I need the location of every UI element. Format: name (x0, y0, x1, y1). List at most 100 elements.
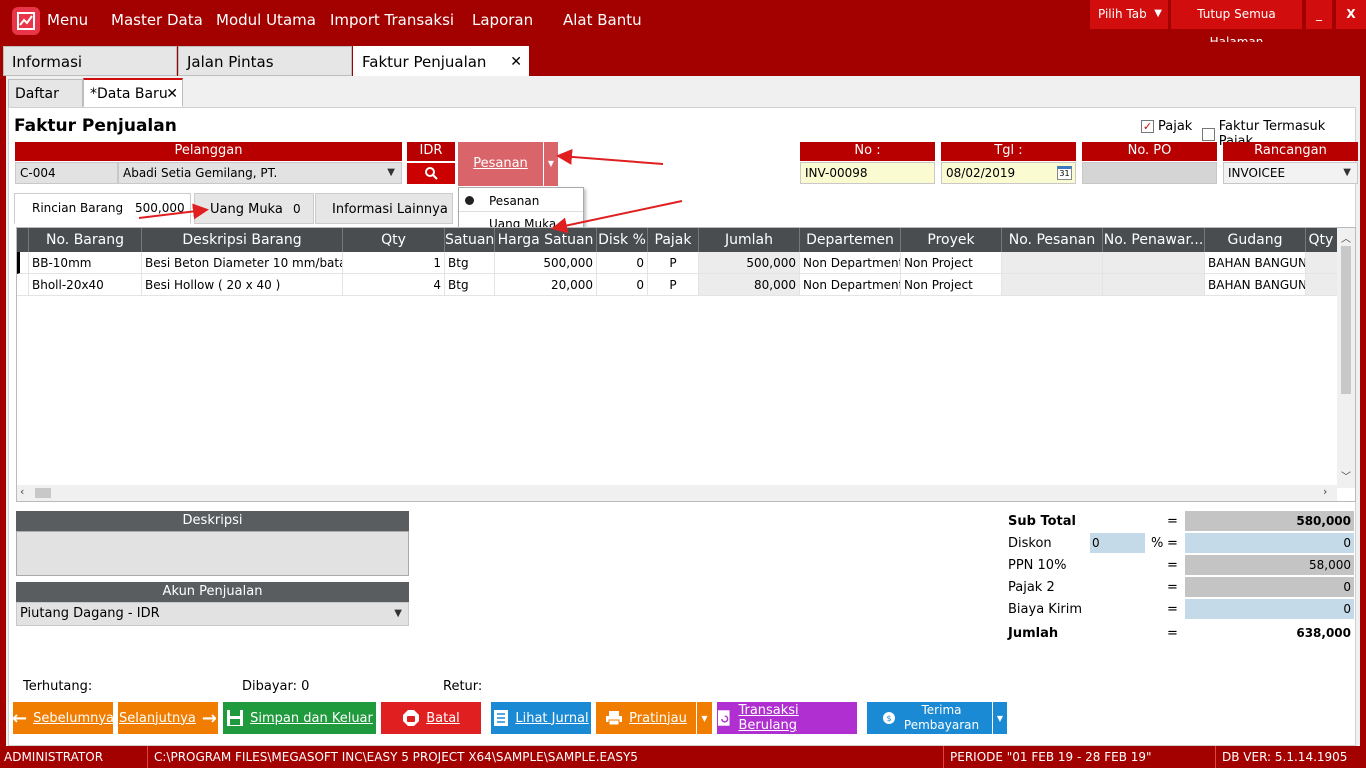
search-button[interactable] (407, 163, 455, 184)
tab-rincian-barang[interactable]: Rincian Barang 500,000 (14, 193, 191, 224)
table-cell[interactable]: BB-10mm (29, 252, 142, 274)
scroll-left-icon[interactable]: ‹ (20, 485, 24, 498)
table-cell[interactable]: 1 (343, 252, 445, 274)
calendar-icon[interactable]: 31 (1057, 166, 1072, 180)
pratinjau-dropdown-toggle[interactable]: ▼ (697, 702, 712, 734)
table-cell[interactable]: Non Department (800, 252, 901, 274)
menu-laporan[interactable]: Laporan (472, 11, 533, 29)
grid-column-header[interactable]: Departemen (800, 228, 901, 252)
grid-column-header[interactable]: Harga Satuan (495, 228, 597, 252)
simpan-dan-keluar-button[interactable]: Simpan dan Keluar (223, 702, 376, 734)
table-cell[interactable]: BAHAN BANGUNAN (1205, 274, 1306, 296)
table-cell[interactable]: Non Project (901, 252, 1002, 274)
terima-dropdown-toggle[interactable]: ▼ (993, 702, 1007, 734)
table-cell[interactable]: Non Project (901, 274, 1002, 296)
subtab-daftar[interactable]: Daftar (8, 79, 83, 108)
status-path: C:\PROGRAM FILES\MEGASOFT INC\EASY 5 PRO… (150, 746, 944, 768)
selanjutnya-button[interactable]: Selanjutnya → (118, 702, 218, 734)
transaksi-berulang-button[interactable]: Transaksi Berulang (717, 702, 857, 734)
grid-column-header[interactable]: No. Barang (29, 228, 142, 252)
menu-alat-bantu[interactable]: Alat Bantu (563, 11, 642, 29)
row-indicator[interactable] (17, 252, 29, 274)
tab-faktur-penjualan[interactable]: Faktur Penjualan ✕ (353, 46, 529, 76)
table-cell[interactable]: BAHAN BANGUNAN (1205, 252, 1306, 274)
table-cell[interactable]: 500,000 (699, 252, 800, 274)
tgl-field[interactable]: 08/02/2019 31 (941, 162, 1076, 184)
pesanan-button[interactable]: Pesanan (458, 142, 543, 186)
grid-column-header[interactable]: No. Pesanan (1002, 228, 1103, 252)
table-cell[interactable]: 0 (597, 274, 648, 296)
batal-button[interactable]: Batal (381, 702, 481, 734)
grid-column-header[interactable]: Deskripsi Barang (142, 228, 343, 252)
po-field[interactable] (1082, 162, 1217, 184)
tab-informasi[interactable]: Informasi (3, 46, 177, 76)
table-cell[interactable]: 0 (597, 252, 648, 274)
table-cell[interactable]: Besi Hollow ( 20 x 40 ) (142, 274, 343, 296)
table-cell[interactable] (1103, 252, 1205, 274)
table-cell[interactable]: Bholl-20x40 (29, 274, 142, 296)
scroll-right-icon[interactable]: › (1323, 485, 1327, 498)
scroll-up-icon[interactable]: ︿ (1337, 230, 1355, 245)
table-cell[interactable]: 500,000 (495, 252, 597, 274)
table-cell[interactable]: 80,000 (699, 274, 800, 296)
horizontal-scrollbar[interactable]: ‹ › (17, 485, 1337, 501)
row-indicator[interactable] (17, 274, 29, 296)
pajak-checkbox[interactable]: ✓ Pajak (1141, 119, 1192, 134)
scroll-down-icon[interactable]: ﹀ (1337, 468, 1355, 483)
menu-button[interactable]: Menu (47, 11, 88, 29)
pelanggan-name-select[interactable]: Abadi Setia Gemilang, PT. ▼ (118, 162, 402, 184)
pelanggan-code-field[interactable]: C-004 (15, 162, 118, 184)
table-cell[interactable] (1002, 274, 1103, 296)
grid-column-header[interactable]: Proyek (901, 228, 1002, 252)
tab-informasi-lainnya[interactable]: Informasi Lainnya (315, 193, 453, 224)
table-cell[interactable] (1103, 274, 1205, 296)
app-logo-icon[interactable] (12, 7, 40, 35)
grid-column-header[interactable]: Pajak (648, 228, 699, 252)
biaya-kirim-input[interactable]: 0 (1185, 599, 1354, 619)
table-cell[interactable]: Btg (445, 252, 495, 274)
close-app-button[interactable]: X (1336, 0, 1366, 29)
minimize-button[interactable]: _ (1306, 0, 1332, 29)
close-subtab-icon[interactable]: ✕ (166, 80, 178, 108)
table-cell[interactable]: Non Department (800, 274, 901, 296)
table-cell[interactable]: 20,000 (495, 274, 597, 296)
no-field[interactable]: INV-00098 (800, 162, 935, 184)
pilih-tab-label: Pilih Tab (1098, 7, 1147, 21)
table-cell[interactable]: Besi Beton Diameter 10 mm/batang (142, 252, 343, 274)
akun-penjualan-select[interactable]: Piutang Dagang - IDR ▼ (16, 602, 409, 626)
diskon-value-input[interactable]: 0 (1185, 533, 1354, 553)
pilih-tab-button[interactable]: Pilih Tab ▼ (1090, 0, 1168, 29)
deskripsi-textarea[interactable] (16, 531, 409, 576)
table-cell[interactable]: P (648, 252, 699, 274)
tutup-semua-halaman-button[interactable]: Tutup Semua Halaman (1171, 0, 1302, 49)
horizontal-scroll-thumb[interactable] (35, 488, 51, 498)
grid-column-header[interactable]: No. Penawar... (1103, 228, 1205, 252)
table-cell[interactable]: P (648, 274, 699, 296)
grid-column-header[interactable]: Qty (343, 228, 445, 252)
pesanan-dropdown-toggle[interactable]: ▼ (543, 142, 558, 186)
menu-import-transaksi[interactable]: Import Transaksi (330, 11, 454, 29)
vertical-scrollbar[interactable]: ︿ ﹀ (1337, 228, 1355, 488)
grid-column-header[interactable]: Gudang (1205, 228, 1306, 252)
table-cell[interactable]: Btg (445, 274, 495, 296)
diskon-percent-input[interactable]: 0 (1090, 533, 1145, 553)
tab-uang-muka[interactable]: Uang Muka 0 (194, 193, 314, 224)
vertical-scroll-thumb[interactable] (1341, 246, 1351, 394)
grid-column-header[interactable]: Jumlah (699, 228, 800, 252)
subtab-data-baru[interactable]: *Data Baru ✕ (83, 78, 183, 107)
table-cell[interactable]: 4 (343, 274, 445, 296)
grid-column-header[interactable]: Satuan (445, 228, 495, 252)
menu-master-data[interactable]: Master Data (111, 11, 203, 29)
grid-column-header[interactable]: Disk % (597, 228, 648, 252)
recurring-icon (717, 710, 730, 726)
sebelumnya-button[interactable]: ← Sebelumnya (12, 702, 114, 734)
tab-jalan-pintas[interactable]: Jalan Pintas (178, 46, 352, 76)
table-cell[interactable] (1002, 252, 1103, 274)
rancangan-select[interactable]: INVOICEE ▼ (1223, 162, 1358, 184)
close-tab-icon[interactable]: ✕ (510, 47, 522, 77)
menu-modul-utama[interactable]: Modul Utama (216, 11, 316, 29)
dropdown-option-pesanan[interactable]: Pesanan (459, 190, 583, 212)
lihat-jurnal-button[interactable]: Lihat Jurnal (491, 702, 591, 734)
terima-pembayaran-button[interactable]: $ Terima Pembayaran (867, 702, 992, 734)
pratinjau-button[interactable]: Pratinjau (596, 702, 696, 734)
